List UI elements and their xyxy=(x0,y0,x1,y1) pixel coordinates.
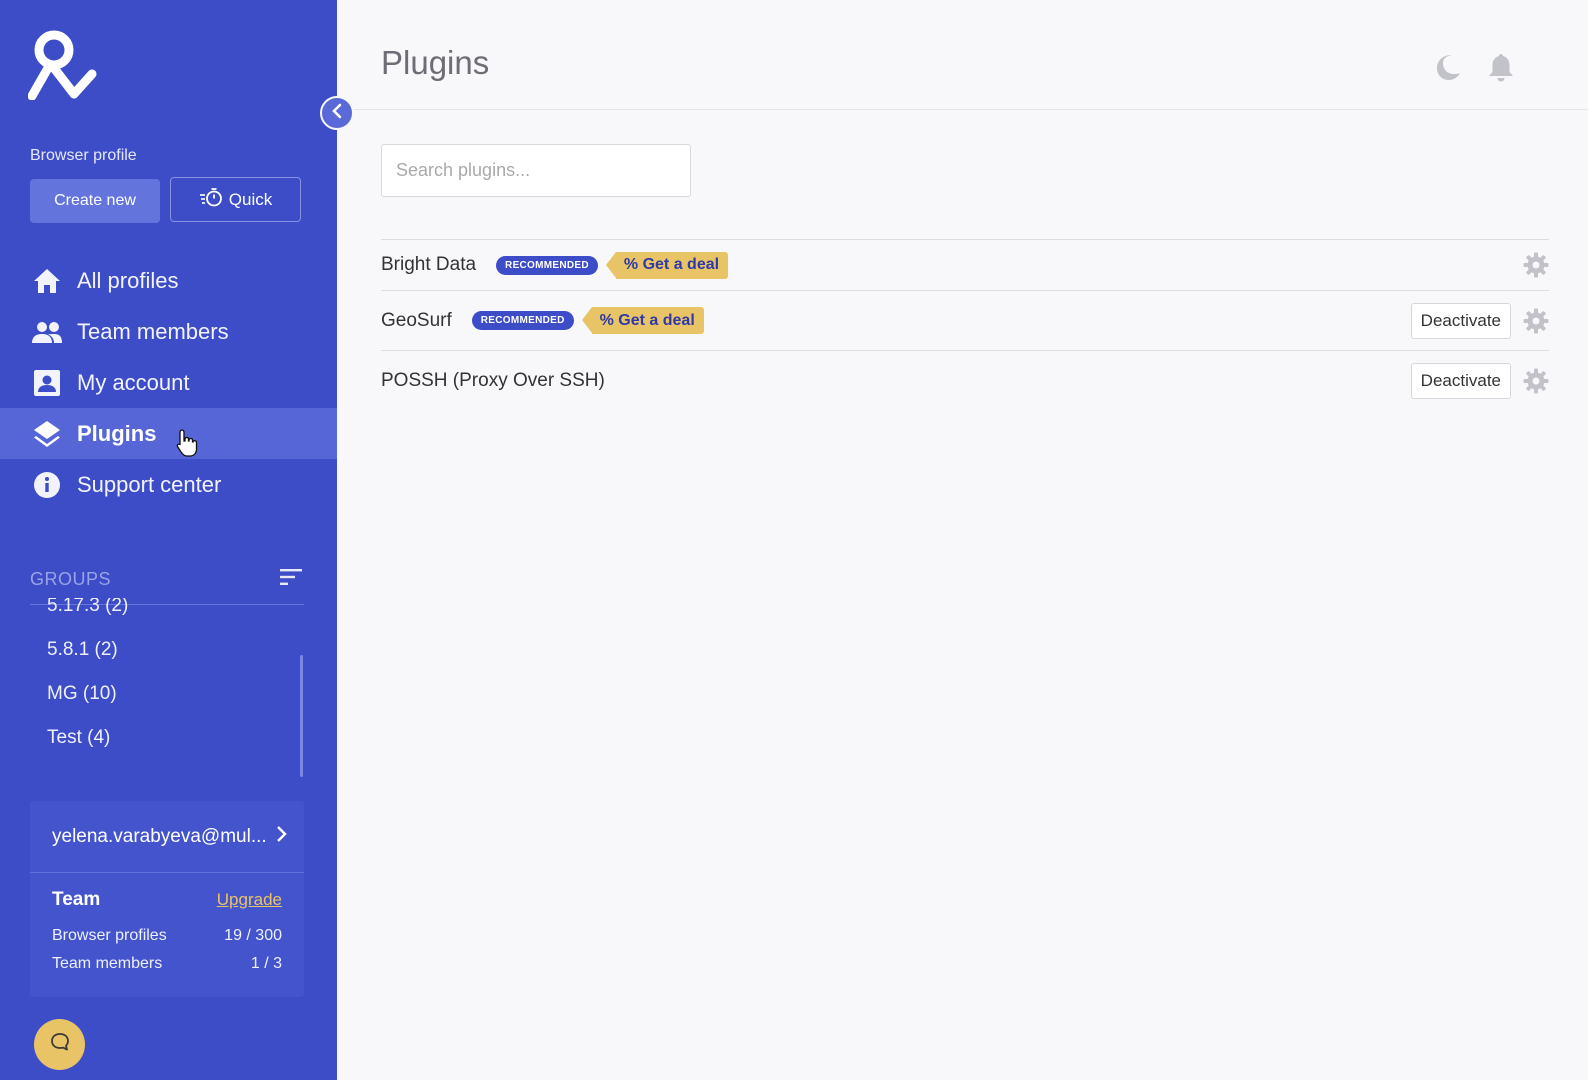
sidebar: Browser profile Create new Quick All pro… xyxy=(0,0,337,1080)
groups-scrollbar[interactable] xyxy=(300,655,303,777)
main-content: Plugins Bright Data RECOMMENDED % Get a … xyxy=(337,0,1588,1080)
top-bar: Plugins xyxy=(337,0,1588,110)
recommended-badge: RECOMMENDED xyxy=(471,311,574,330)
deactivate-button[interactable]: Deactivate xyxy=(1410,302,1511,339)
team-members-label: Team members xyxy=(52,955,163,972)
account-email-row[interactable]: yelena.varabyeva@mul... xyxy=(30,801,304,873)
get-deal-tag[interactable]: % Get a deal xyxy=(581,307,704,334)
plugin-row-geosurf: GeoSurf RECOMMENDED % Get a deal Deactiv… xyxy=(381,290,1549,350)
groups-title: GROUPS xyxy=(30,569,112,589)
nav-label: Team members xyxy=(77,318,229,344)
plugin-name: GeoSurf xyxy=(381,309,452,331)
plan-name: Team xyxy=(52,889,101,910)
collapse-sidebar-button[interactable] xyxy=(320,96,354,130)
gear-icon[interactable] xyxy=(1523,308,1549,334)
search-plugins-input[interactable] xyxy=(381,144,691,197)
quick-label: Quick xyxy=(228,189,273,209)
row-actions xyxy=(1523,240,1549,290)
recommended-badge: RECOMMENDED xyxy=(496,255,598,275)
home-icon xyxy=(31,265,63,297)
team-icon xyxy=(31,316,63,348)
plugin-list: Bright Data RECOMMENDED % Get a deal Geo… xyxy=(381,239,1549,410)
plugin-name: POSSH (Proxy Over SSH) xyxy=(381,369,605,391)
gear-icon[interactable] xyxy=(1523,252,1549,278)
stopwatch-icon xyxy=(199,187,223,212)
plugin-row-possh: POSSH (Proxy Over SSH) Deactivate xyxy=(381,350,1549,410)
gear-icon[interactable] xyxy=(1523,368,1549,394)
group-item[interactable]: Test (4) xyxy=(30,716,304,760)
group-item[interactable]: MG (10) xyxy=(30,672,304,716)
layers-icon xyxy=(31,418,63,450)
deactivate-button[interactable]: Deactivate xyxy=(1410,362,1511,399)
chat-button[interactable] xyxy=(34,1019,85,1070)
moon-icon[interactable] xyxy=(1432,52,1464,84)
plugin-row-bright-data: Bright Data RECOMMENDED % Get a deal xyxy=(381,239,1549,290)
team-members-value: 1 / 3 xyxy=(250,955,282,972)
account-icon xyxy=(31,367,63,399)
nav-item-all-profiles[interactable]: All profiles xyxy=(0,255,337,306)
nav-label: All profiles xyxy=(77,267,179,293)
create-new-button[interactable]: Create new xyxy=(30,179,160,223)
sort-icon[interactable] xyxy=(280,568,304,591)
nav-item-team-members[interactable]: Team members xyxy=(0,306,337,357)
row-actions: Deactivate xyxy=(1410,351,1549,410)
row-actions: Deactivate xyxy=(1410,291,1549,350)
groups-list: 5.17.3 (2) 5.8.1 (2) MG (10) Test (4) xyxy=(30,598,304,778)
app-logo[interactable] xyxy=(27,28,98,101)
nav-label: Plugins xyxy=(77,420,157,446)
nav-label: Support center xyxy=(77,471,222,497)
info-icon xyxy=(31,469,63,501)
browser-profiles-value: 19 / 300 xyxy=(224,927,282,944)
browser-profile-label: Browser profile xyxy=(30,147,137,164)
browser-profiles-label: Browser profiles xyxy=(52,927,167,944)
quick-button[interactable]: Quick xyxy=(170,177,301,222)
group-item[interactable]: 5.8.1 (2) xyxy=(30,628,304,672)
account-panel: yelena.varabyeva@mul... Team Upgrade Bro… xyxy=(30,801,304,997)
plan-info: Team Upgrade Browser profiles 19 / 300 T… xyxy=(30,873,304,973)
nav-item-plugins[interactable]: Plugins xyxy=(0,408,337,459)
nav-item-my-account[interactable]: My account xyxy=(0,357,337,408)
bell-icon[interactable] xyxy=(1487,52,1519,84)
chevron-left-icon xyxy=(331,103,343,124)
plugin-name: Bright Data xyxy=(381,254,477,275)
group-item[interactable]: 5.17.3 (2) xyxy=(30,598,304,628)
account-email: yelena.varabyeva@mul... xyxy=(52,825,267,847)
hand-cursor-icon xyxy=(176,428,198,458)
chat-icon xyxy=(49,1031,71,1058)
get-deal-tag[interactable]: % Get a deal xyxy=(605,251,729,279)
nav-item-support-center[interactable]: Support center xyxy=(0,459,337,510)
main-nav: All profiles Team members My account Plu… xyxy=(0,255,337,510)
chevron-right-icon xyxy=(276,825,288,849)
nav-label: My account xyxy=(77,369,190,395)
upgrade-link[interactable]: Upgrade xyxy=(217,890,282,910)
page-title: Plugins xyxy=(381,44,490,81)
